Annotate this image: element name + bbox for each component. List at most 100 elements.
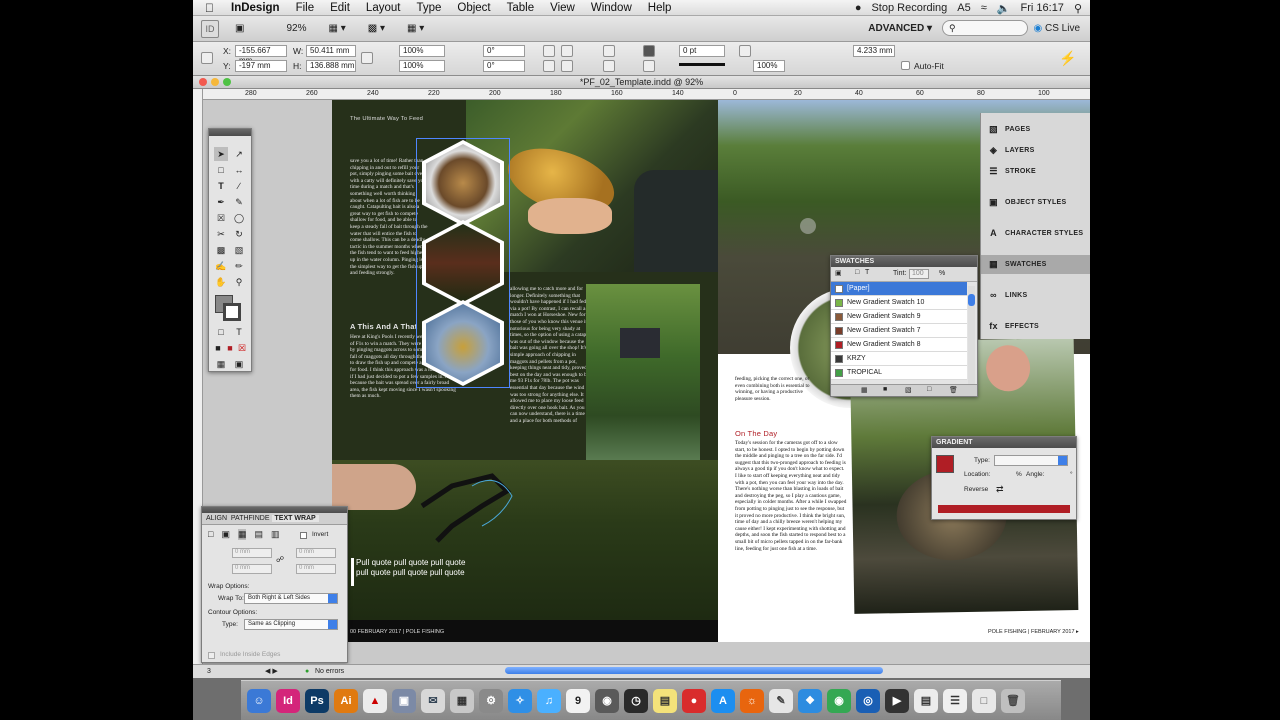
wrap-object-shape-icon[interactable]: ▦ (237, 529, 247, 540)
shear-angle-field[interactable]: 0° (483, 60, 525, 72)
tab-text-wrap[interactable]: TEXT WRAP (271, 515, 319, 522)
pencil-tool-icon[interactable]: ✎ (232, 195, 246, 209)
menu-object[interactable]: Object (457, 2, 490, 14)
acrobat-icon[interactable]: ▲ (363, 688, 387, 713)
zoom-tool-icon[interactable]: ⚲ (232, 275, 246, 289)
formatting-container-icon[interactable]: □ (214, 325, 228, 339)
adobe-icon[interactable]: A5 (957, 2, 970, 14)
dock-links[interactable]: ∞ LINKS (981, 286, 1090, 305)
left-offset-field[interactable]: 0 mm (296, 548, 336, 558)
preflight-status-text[interactable]: No errors (315, 665, 344, 679)
help-search-input[interactable]: ⚲ (942, 20, 1028, 36)
wrap-to-select[interactable]: Both Right & Left Sides (244, 593, 338, 604)
no-wrap-icon[interactable]: □ (208, 529, 213, 540)
cs-live-button[interactable]: ◉ CS Live (1033, 23, 1080, 34)
view-options-button[interactable]: ▦ ▾ (322, 20, 351, 38)
right-offset-field[interactable]: 0 mm (296, 564, 336, 574)
volume-icon[interactable]: 🔈 (997, 2, 1011, 15)
spotlight-icon[interactable]: ⚲ (1074, 2, 1082, 15)
dock-stroke[interactable]: ☰ STROKE (981, 162, 1090, 181)
swatch-row[interactable]: New Gradient Swatch 10 (831, 296, 967, 310)
type-tool-icon[interactable]: T (214, 179, 228, 193)
stop-recording-label[interactable]: Stop Recording (871, 2, 947, 14)
swatch-row[interactable]: TROPICAL (831, 366, 967, 380)
swatches-scroll-thumb[interactable] (968, 294, 975, 306)
illustrator-icon[interactable]: Ai (334, 688, 358, 713)
photo-booth-icon[interactable]: ◉ (595, 688, 619, 713)
formatting-text-toggle-icon[interactable]: T (865, 269, 869, 276)
stroke-weight-field[interactable]: 0 pt (679, 45, 725, 57)
rotate-tool-icon[interactable]: ↻ (232, 227, 246, 241)
new-swatch-icon[interactable]: □ (927, 386, 931, 393)
clock[interactable]: Fri 16:17 (1021, 2, 1064, 14)
calendar-icon[interactable]: 9 (566, 688, 590, 713)
scripts-icon[interactable]: ✎ (769, 688, 793, 713)
stroke-type-select[interactable] (679, 63, 725, 66)
line-tool-icon[interactable]: ∕ (232, 179, 246, 193)
preview-icon[interactable]: ▣ (392, 688, 416, 713)
menu-file[interactable]: File (296, 2, 315, 14)
select-content-icon[interactable] (603, 60, 615, 72)
reverse-gradient-icon[interactable]: ⇄ (996, 484, 1004, 495)
calculator-icon[interactable]: ▦ (450, 688, 474, 713)
stickies-icon[interactable]: ▤ (653, 688, 677, 713)
catapult-photo[interactable] (332, 460, 718, 620)
menu-window[interactable]: Window (591, 2, 632, 14)
system-preferences-icon[interactable]: ⚙ (479, 688, 503, 713)
eyedropper-tool-icon[interactable]: ✏ (232, 259, 246, 273)
show-color-swatches-icon[interactable]: ■ (883, 386, 887, 393)
gradient-panel-title[interactable]: GRADIENT (932, 437, 1076, 448)
formatting-container-toggle-icon[interactable]: □ (855, 269, 859, 276)
indesign-icon[interactable]: Id (276, 688, 300, 713)
lightning-icon[interactable]: ⚡ (1059, 50, 1076, 67)
dock-effects[interactable]: fx EFFECTS (981, 317, 1090, 336)
swatches-panel-title[interactable]: SWATCHES (831, 256, 977, 267)
swatch-row[interactable]: KRZY (831, 352, 967, 366)
scale-x-field[interactable]: 100% (399, 45, 445, 57)
gradient-ramp[interactable] (938, 505, 1070, 513)
selection-frame[interactable] (416, 138, 510, 388)
wrap-bounding-box-icon[interactable]: ▣ (221, 529, 230, 540)
scissors-tool-icon[interactable]: ✂ (214, 227, 228, 241)
mail-icon[interactable]: ✉ (421, 688, 445, 713)
pull-quote[interactable]: Pull quote pull quote pull quote pull qu… (356, 558, 466, 577)
opacity-field[interactable]: 100% (753, 60, 785, 72)
movie-icon[interactable]: ▶ (885, 688, 909, 713)
left-page[interactable]: The Ultimate Way To Feed save you a lot … (332, 100, 718, 642)
horizontal-ruler[interactable]: 280 260 240 220 200 180 160 140 0 20 40 … (203, 89, 1090, 100)
rotate-cw-icon[interactable] (543, 45, 555, 57)
tint-field[interactable]: 100 (909, 269, 929, 279)
gradient-swatch-tool-icon[interactable]: ▩ (214, 243, 228, 257)
contour-type-select[interactable]: Same as Clipping (244, 619, 338, 630)
y-field[interactable]: -197 mm (235, 60, 287, 72)
page-number-field[interactable]: 3 (207, 665, 211, 679)
menu-help[interactable]: Help (648, 2, 672, 14)
file-icon[interactable]: □ (972, 688, 996, 713)
chrome-icon[interactable]: ◉ (827, 688, 851, 713)
pen-tool-icon[interactable]: ✒ (214, 195, 228, 209)
select-container-icon[interactable] (603, 45, 615, 57)
gradient-preview-swatch[interactable] (936, 455, 954, 473)
swatch-row[interactable]: New Gradient Swatch 9 (831, 310, 967, 324)
dock-layers[interactable]: ◈ LAYERS (981, 141, 1090, 160)
minimize-window-button[interactable] (211, 78, 219, 86)
finder-icon[interactable]: ☺ (247, 688, 271, 713)
zoom-window-button[interactable] (223, 78, 231, 86)
width-field[interactable]: 50.411 mm (306, 45, 356, 57)
x-field[interactable]: -155.667 mm (235, 45, 287, 65)
swatches-panel[interactable]: SWATCHES ▣ □ T Tint: 100 % [Paper] New G… (830, 255, 978, 397)
jump-object-icon[interactable]: ▤ (254, 529, 263, 540)
menu-layout[interactable]: Layout (366, 2, 401, 14)
gradient-panel[interactable]: GRADIENT Type: Location: % Angle: ° Reve… (931, 436, 1077, 520)
include-inside-edges-checkbox[interactable] (208, 652, 215, 659)
rotation-angle-field[interactable]: 0° (483, 45, 525, 57)
menu-table[interactable]: Table (507, 2, 535, 14)
tab-align[interactable]: ALIGN (206, 515, 227, 522)
formatting-text-icon[interactable]: T (232, 325, 246, 339)
dashboard-icon[interactable]: ◷ (624, 688, 648, 713)
rotate-ccw-icon[interactable] (561, 45, 573, 57)
column-2-text[interactable]: allowing me to catch more and for longer… (510, 286, 592, 458)
hand-tool-icon[interactable]: ✋ (214, 275, 228, 289)
right-column-b-text[interactable]: Today's session for the cameras got off … (735, 440, 847, 594)
page-tool-icon[interactable]: □ (214, 163, 228, 177)
